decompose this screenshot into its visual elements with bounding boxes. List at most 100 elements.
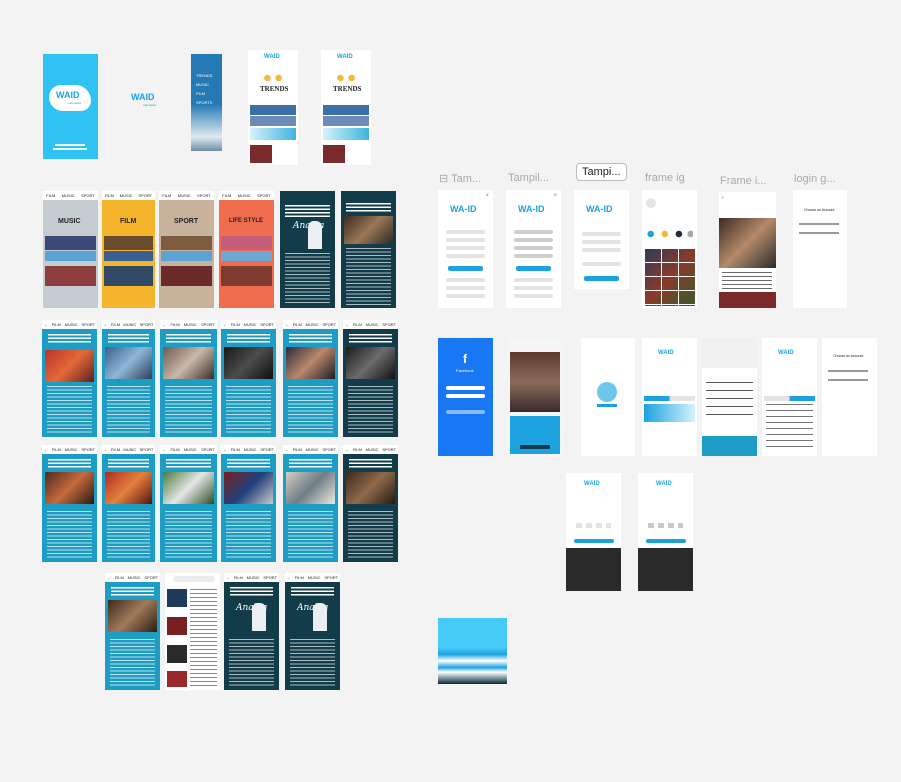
search-results-frame[interactable] xyxy=(165,573,220,690)
nav-music[interactable]: MUSIC xyxy=(128,575,141,580)
login-button[interactable] xyxy=(448,266,483,271)
social-login[interactable] xyxy=(582,240,621,244)
login-field[interactable] xyxy=(514,238,553,242)
nav-music[interactable]: MUSIC xyxy=(366,322,379,327)
account-row[interactable] xyxy=(828,379,868,381)
article-teal-11[interactable]: ← FILM MUSIC SPORT xyxy=(105,573,160,690)
nav-sport[interactable]: SPORT xyxy=(324,575,338,580)
nav-film[interactable]: FILM xyxy=(170,322,179,327)
back-icon[interactable]: ‹ xyxy=(722,195,724,201)
nav-music[interactable]: MUSIC xyxy=(308,575,321,580)
fb-email-field[interactable] xyxy=(446,386,485,390)
otp-frame-2[interactable]: WAID xyxy=(638,473,693,591)
nav-film[interactable]: FILM xyxy=(295,575,304,580)
nav-music[interactable]: MUSIC xyxy=(306,447,319,452)
social-login[interactable] xyxy=(582,232,621,236)
nav-sport[interactable]: SPORT xyxy=(260,447,274,452)
category-frame-sport[interactable]: FILM MUSIC SPORT SPORT xyxy=(159,191,214,308)
back-icon[interactable]: ← xyxy=(44,447,48,452)
profile-logged-frame[interactable]: WAID xyxy=(762,338,817,456)
nav-music[interactable]: MUSIC xyxy=(178,193,191,198)
result-thumb-2[interactable] xyxy=(167,617,187,635)
account-row[interactable] xyxy=(799,232,839,234)
nav-film[interactable]: FILM xyxy=(222,193,231,198)
back-icon[interactable]: ← xyxy=(104,447,108,452)
nav-film[interactable]: FILM xyxy=(115,575,124,580)
back-icon[interactable]: ← xyxy=(223,322,227,327)
result-thumb-4[interactable] xyxy=(167,671,187,687)
result-thumb-3[interactable] xyxy=(167,645,187,663)
nav-sport[interactable]: SPORT xyxy=(382,322,396,327)
frame-label-login-g[interactable]: login g... xyxy=(794,173,836,185)
nav-sport[interactable]: SPORT xyxy=(140,447,154,452)
back-icon[interactable]: ← xyxy=(285,447,289,452)
frame-label-tampil-selected[interactable]: Tampi... xyxy=(576,163,627,181)
nav-sport[interactable]: SPORT xyxy=(140,322,154,327)
nav-film[interactable]: FILM xyxy=(111,322,120,327)
otp-frame-1[interactable]: WAID xyxy=(566,473,621,591)
frame-label-frame-ig[interactable]: frame ig xyxy=(645,172,685,184)
nav-sport[interactable]: SPORT xyxy=(382,447,396,452)
gradient-frame[interactable] xyxy=(438,618,507,684)
nav-sport[interactable]: SPORT xyxy=(322,322,336,327)
ig-post-frame[interactable]: ‹ xyxy=(719,192,776,308)
menu-item-sports[interactable]: SPORTS xyxy=(196,100,212,105)
nav-film[interactable]: FILM xyxy=(170,447,179,452)
back-icon[interactable]: ← xyxy=(104,322,108,327)
back-icon[interactable]: ← xyxy=(287,575,291,580)
back-icon[interactable]: ← xyxy=(162,322,166,327)
social-login[interactable] xyxy=(446,278,485,282)
fb-login-button[interactable] xyxy=(446,410,485,414)
article-teal-10[interactable]: ← FILM MUSIC SPORT xyxy=(283,445,338,562)
nav-music[interactable]: MUSIC xyxy=(62,193,75,198)
login-field[interactable] xyxy=(446,238,485,242)
nav-film[interactable]: FILM xyxy=(353,322,362,327)
search-input[interactable] xyxy=(173,576,215,582)
nav-music[interactable]: MUSIC xyxy=(65,322,78,327)
nav-music[interactable]: MUSIC xyxy=(306,322,319,327)
login-frame-1[interactable]: × WA-ID xyxy=(438,190,493,308)
back-icon[interactable]: ← xyxy=(162,447,166,452)
nav-music[interactable]: MUSIC xyxy=(65,447,78,452)
nav-sport[interactable]: SPORT xyxy=(260,322,274,327)
nav-film[interactable]: FILM xyxy=(111,447,120,452)
social-login[interactable] xyxy=(514,294,553,298)
article-teal-9[interactable]: ← FILM MUSIC SPORT xyxy=(221,445,276,562)
nav-film[interactable]: FILM xyxy=(231,322,240,327)
frame-label-frame-i[interactable]: Frame i... xyxy=(720,175,766,187)
promo-cta[interactable] xyxy=(520,445,550,449)
login-button[interactable] xyxy=(584,276,619,281)
nav-film[interactable]: FILM xyxy=(293,447,302,452)
article-teal-4[interactable]: ← FILM MUSIC SPORT xyxy=(221,320,276,437)
nav-film[interactable]: FILM xyxy=(293,322,302,327)
back-icon[interactable]: ← xyxy=(226,575,230,580)
nav-music[interactable]: MUSIC xyxy=(184,322,197,327)
nav-sport[interactable]: SPORT xyxy=(322,447,336,452)
otp-boxes[interactable] xyxy=(648,523,683,528)
profile-tabs[interactable] xyxy=(644,396,695,401)
nav-sport[interactable]: SPORT xyxy=(257,193,271,198)
article-dark-3[interactable]: ← FILM MUSIC SPORT xyxy=(343,320,398,437)
category-frame-trends[interactable]: FILM MUSIC SPORT MUSIC xyxy=(43,191,98,308)
article-dark-6[interactable]: ←FILMMUSICSPORT Anaïka xyxy=(285,573,340,690)
close-icon[interactable]: × xyxy=(485,193,489,199)
social-login[interactable] xyxy=(446,294,485,298)
nav-sport[interactable]: SPORT xyxy=(201,447,215,452)
profile-tabs[interactable] xyxy=(764,396,815,401)
article-dark-5[interactable]: ←FILMMUSICSPORT Anaïka xyxy=(224,573,279,690)
nav-film[interactable]: FILM xyxy=(46,193,55,198)
profile-articles-frame[interactable]: WAID xyxy=(642,338,697,456)
nav-sport[interactable]: SPORT xyxy=(197,193,211,198)
social-login[interactable] xyxy=(514,278,553,282)
login-field[interactable] xyxy=(514,246,553,250)
login-field[interactable] xyxy=(446,246,485,250)
article-teal-7[interactable]: ← FILM MUSIC SPORT xyxy=(102,445,155,562)
promo-frame[interactable] xyxy=(508,338,562,456)
account-row[interactable] xyxy=(799,223,839,225)
fb-password-field[interactable] xyxy=(446,394,485,398)
back-icon[interactable]: ← xyxy=(345,322,349,327)
nav-sport[interactable]: SPORT xyxy=(81,193,95,198)
article-dark-4[interactable]: ← FILM MUSIC SPORT xyxy=(343,445,398,562)
article-teal-1[interactable]: ← FILM MUSIC SPORT xyxy=(42,320,97,437)
menu-item-music[interactable]: MUSIC xyxy=(196,82,209,87)
